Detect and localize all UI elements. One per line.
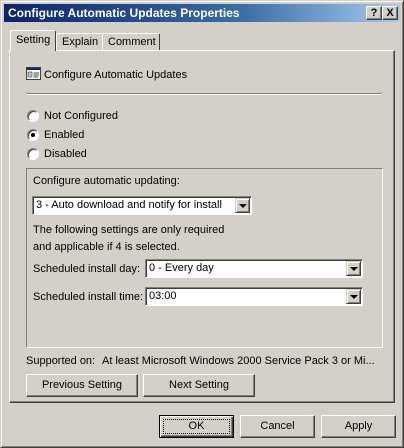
tab-explain[interactable]: Explain: [56, 33, 103, 51]
cancel-button[interactable]: Cancel: [240, 415, 315, 438]
install-day-value: 0 - Every day: [149, 262, 214, 274]
ok-button-label: OK: [188, 420, 205, 432]
help-button[interactable]: ?: [366, 6, 382, 20]
install-note-line2: and applicable if 4 is selected.: [33, 241, 180, 253]
previous-setting-button[interactable]: Previous Setting: [26, 374, 138, 397]
setting-tab-panel: Configure Automatic Updates Not Configur…: [9, 50, 395, 403]
tab-setting[interactable]: Setting: [10, 30, 56, 51]
tab-setting-label: Setting: [16, 34, 51, 46]
configure-updating-value: 3 - Auto download and notify for install: [36, 199, 222, 211]
radio-disabled-label[interactable]: Disabled: [44, 148, 87, 160]
radio-dot-icon: [31, 133, 35, 137]
policy-setting-icon: [26, 67, 41, 80]
tab-explain-label: Explain: [62, 36, 99, 48]
ok-button[interactable]: OK: [159, 415, 234, 438]
dropdown-button[interactable]: [346, 261, 361, 276]
install-time-label: Scheduled install time:: [33, 291, 144, 303]
dropdown-button[interactable]: [235, 198, 250, 213]
install-time-select[interactable]: 03:00: [145, 287, 363, 306]
configure-updating-select[interactable]: 3 - Auto download and notify for install: [32, 196, 252, 215]
chevron-down-icon: [350, 295, 358, 299]
supported-on-label: Supported on:: [26, 355, 96, 367]
install-day-label: Scheduled install day:: [33, 263, 141, 275]
install-day-select[interactable]: 0 - Every day: [145, 259, 363, 278]
configure-updating-label: Configure automatic updating:: [33, 175, 180, 187]
tab-comment[interactable]: Comment: [102, 33, 160, 51]
supported-on-value: At least Microsoft Windows 2000 Service …: [102, 355, 375, 367]
radio-enabled-label[interactable]: Enabled: [44, 129, 84, 141]
next-setting-button[interactable]: Next Setting: [143, 374, 255, 397]
window-title: Configure Automatic Updates Properties: [8, 6, 240, 20]
policy-title: Configure Automatic Updates: [44, 69, 188, 81]
options-panel: Configure automatic updating: 3 - Auto d…: [26, 168, 383, 348]
separator: [26, 93, 382, 95]
radio-circle-icon[interactable]: [27, 110, 39, 122]
dropdown-button[interactable]: [346, 289, 361, 304]
apply-button[interactable]: Apply: [321, 415, 396, 438]
radio-not-configured-label[interactable]: Not Configured: [44, 110, 118, 122]
radio-selected-icon[interactable]: [27, 129, 39, 141]
close-button[interactable]: X: [382, 6, 398, 20]
radio-circle-icon[interactable]: [27, 148, 39, 160]
title-bar[interactable]: Configure Automatic Updates Properties ?…: [4, 4, 400, 22]
install-time-value: 03:00: [149, 290, 177, 302]
chevron-down-icon: [239, 204, 247, 208]
install-note-line1: The following settings are only required: [33, 224, 225, 236]
properties-dialog: Configure Automatic Updates Properties ?…: [0, 0, 404, 448]
tab-comment-label: Comment: [108, 36, 156, 48]
chevron-down-icon: [350, 267, 358, 271]
